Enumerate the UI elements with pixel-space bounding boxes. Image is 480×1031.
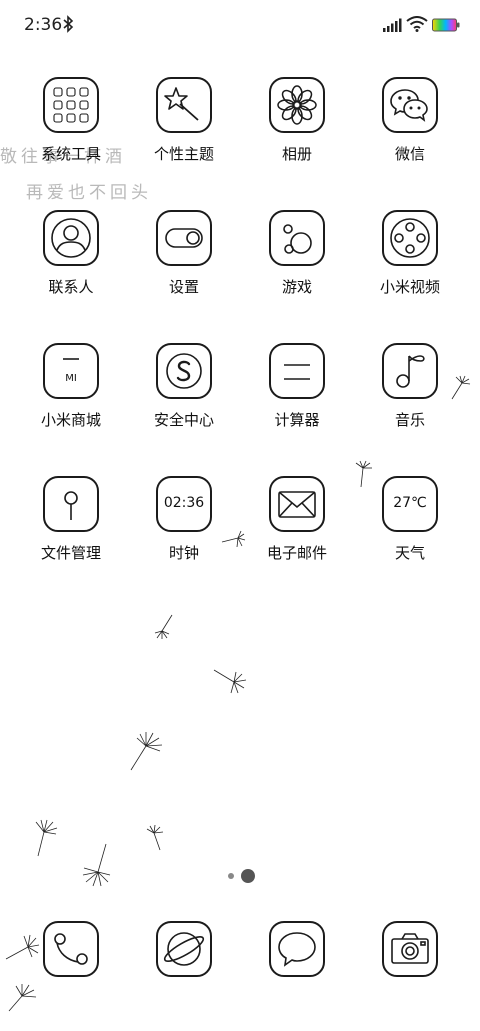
page-dot-2-current[interactable]: [241, 869, 255, 883]
email-icon: [269, 476, 325, 532]
app-system-tools[interactable]: 系统工具: [26, 77, 116, 187]
dandelion-seed-icon: [82, 843, 111, 887]
dandelion-seed-icon: [213, 669, 247, 694]
app-weather[interactable]: 27℃ 天气: [365, 476, 455, 586]
weather-icon: 27℃: [382, 476, 438, 532]
app-label: 天气: [394, 544, 425, 562]
dock-messages[interactable]: [252, 921, 342, 1031]
app-calculator[interactable]: 计算器: [252, 343, 342, 453]
file-manager-icon: [43, 476, 99, 532]
clock-time-text: 02:36: [163, 495, 205, 511]
messages-icon: [269, 921, 325, 977]
contacts-icon: [43, 210, 99, 266]
app-label: 系统工具: [40, 145, 101, 163]
app-label: 游戏: [281, 278, 312, 296]
app-games[interactable]: 游戏: [252, 210, 342, 320]
status-time: 2:36: [24, 15, 63, 35]
dock-camera[interactable]: [365, 921, 455, 1031]
dandelion-seed-icon: [146, 824, 164, 851]
app-label: 音乐: [394, 411, 425, 429]
app-label: 小米视频: [379, 278, 440, 296]
dandelion-seed-icon: [221, 530, 246, 548]
video-reel-icon: [382, 210, 438, 266]
app-music[interactable]: 音乐: [365, 343, 455, 453]
app-label: 电子邮件: [266, 544, 327, 562]
app-label: 安全中心: [153, 411, 214, 429]
app-mi-store[interactable]: MI 小米商城: [26, 343, 116, 453]
app-settings[interactable]: 设置: [139, 210, 229, 320]
app-label: 相册: [281, 145, 312, 163]
dandelion-seed-icon: [130, 732, 163, 771]
app-label: 小米商城: [40, 411, 101, 429]
wifi-icon: [406, 16, 428, 32]
dandelion-seed-icon: [5, 934, 40, 960]
wechat-icon: [382, 77, 438, 133]
dandelion-seed-icon: [8, 984, 37, 1012]
mi-store-icon: MI: [43, 343, 99, 399]
app-label: 计算器: [274, 411, 320, 429]
weather-temp-text: 27℃: [393, 495, 427, 511]
app-label: 个性主题: [153, 145, 214, 163]
tools-folder-icon: [43, 77, 99, 133]
dandelion-seed-icon: [355, 460, 372, 488]
camera-icon: [382, 921, 438, 977]
dandelion-seed-icon: [451, 375, 471, 400]
app-contacts[interactable]: 联系人: [26, 210, 116, 320]
status-bar: 2:36: [0, 0, 480, 50]
app-label: 设置: [168, 278, 199, 296]
app-label: 微信: [394, 145, 425, 163]
app-theme[interactable]: 个性主题: [139, 77, 229, 187]
page-indicator[interactable]: [0, 868, 480, 884]
music-note-icon: [382, 343, 438, 399]
phone-icon: [43, 921, 99, 977]
clock-icon: 02:36: [156, 476, 212, 532]
battery-icon: [432, 18, 460, 32]
bluetooth-icon: [63, 15, 74, 33]
app-label: 联系人: [48, 278, 94, 296]
browser-icon: [156, 921, 212, 977]
game-icon: [269, 210, 325, 266]
app-security[interactable]: 安全中心: [139, 343, 229, 453]
app-email[interactable]: 电子邮件: [252, 476, 342, 586]
dock-browser[interactable]: [139, 921, 229, 1031]
dandelion-seed-icon: [154, 614, 173, 639]
app-file-manager[interactable]: 文件管理: [26, 476, 116, 586]
app-clock[interactable]: 02:36 时钟: [139, 476, 229, 586]
app-wechat[interactable]: 微信: [365, 77, 455, 187]
app-mi-video[interactable]: 小米视频: [365, 210, 455, 320]
page-dot-1[interactable]: [228, 873, 234, 879]
security-icon: [156, 343, 212, 399]
dandelion-seed-icon: [35, 819, 58, 857]
app-label: 文件管理: [40, 544, 101, 562]
flower-gallery-icon: [269, 77, 325, 133]
app-gallery[interactable]: 相册: [252, 77, 342, 187]
toggle-settings-icon: [156, 210, 212, 266]
signal-strength-icon: [383, 18, 402, 32]
mi-logo-text: MI: [65, 373, 77, 384]
magic-wand-icon: [156, 77, 212, 133]
calculator-icon: [269, 343, 325, 399]
